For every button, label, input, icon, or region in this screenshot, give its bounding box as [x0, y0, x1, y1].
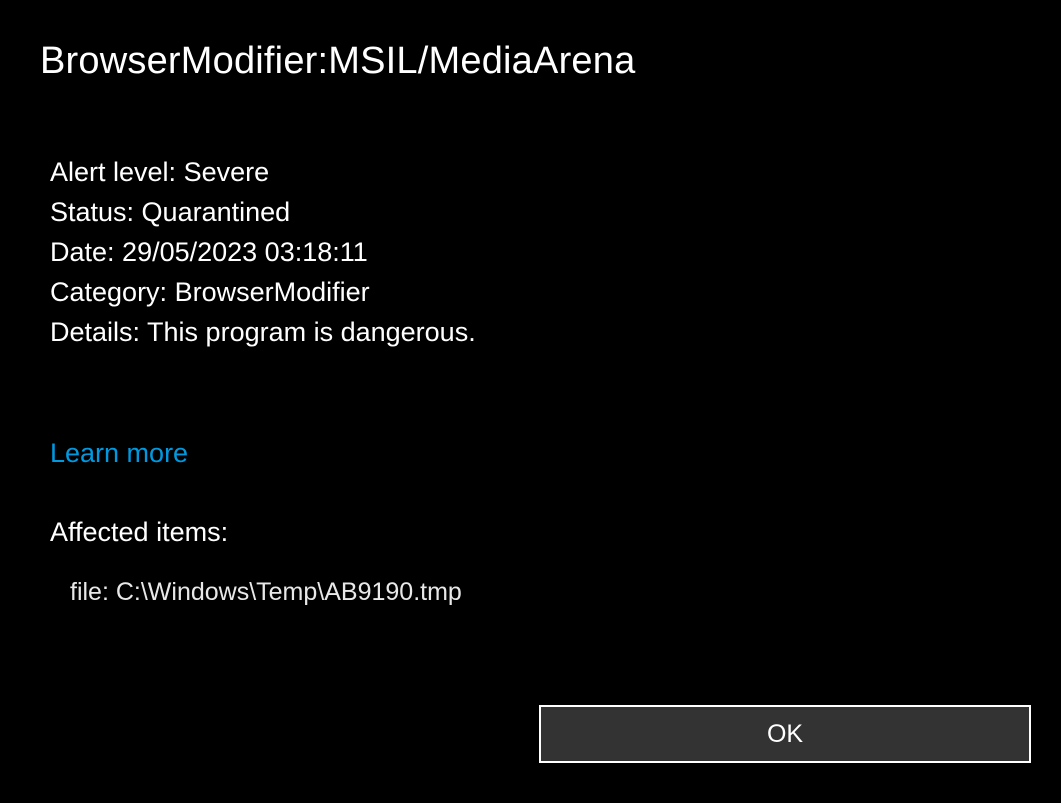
category-label: Category:: [50, 277, 175, 307]
date-label: Date:: [50, 237, 122, 267]
date-row: Date: 29/05/2023 03:18:11: [50, 233, 1021, 273]
status-value: Quarantined: [142, 197, 291, 227]
learn-more-link[interactable]: Learn more: [40, 438, 188, 469]
category-row: Category: BrowserModifier: [50, 273, 1021, 313]
alert-level-label: Alert level:: [50, 157, 184, 187]
alert-level-row: Alert level: Severe: [50, 153, 1021, 193]
affected-items-section: Affected items: file: C:\Windows\Temp\AB…: [40, 517, 1021, 607]
category-value: BrowserModifier: [175, 277, 370, 307]
status-label: Status:: [50, 197, 142, 227]
date-value: 29/05/2023 03:18:11: [122, 237, 368, 267]
status-row: Status: Quarantined: [50, 193, 1021, 233]
threat-title: BrowserModifier:MSIL/MediaArena: [40, 40, 1021, 83]
details-row: Details: This program is dangerous.: [50, 313, 1021, 353]
affected-items-heading: Affected items:: [50, 517, 1021, 548]
alert-level-value: Severe: [184, 157, 270, 187]
details-label: Details:: [50, 317, 147, 347]
info-section: Alert level: Severe Status: Quarantined …: [40, 153, 1021, 353]
details-value: This program is dangerous.: [147, 317, 476, 347]
ok-button[interactable]: OK: [539, 705, 1031, 763]
button-container: OK: [539, 705, 1031, 763]
affected-item: file: C:\Windows\Temp\AB9190.tmp: [50, 578, 1021, 607]
